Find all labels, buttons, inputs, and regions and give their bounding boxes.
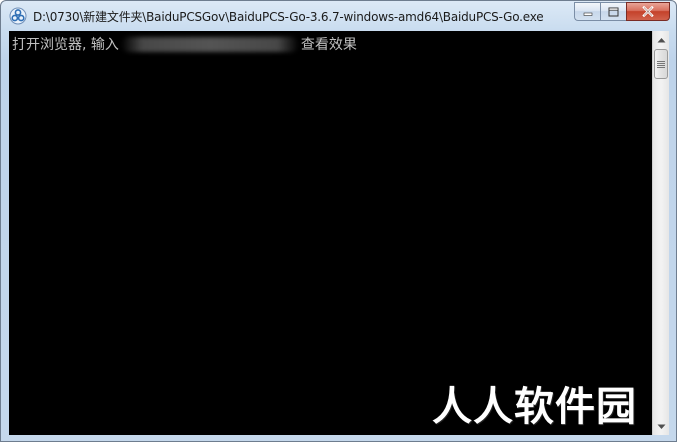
scroll-down-arrow-icon	[657, 424, 665, 429]
console-output[interactable]: 打开浏览器, 输入 查看效果 人人软件园	[9, 31, 652, 435]
scroll-down-button[interactable]	[653, 418, 669, 435]
vertical-scrollbar[interactable]	[652, 31, 669, 435]
redacted-url	[120, 36, 299, 52]
minimize-icon	[583, 12, 592, 16]
maximize-icon	[608, 7, 619, 16]
console-line-prefix: 打开浏览器, 输入	[12, 37, 119, 53]
maximize-button[interactable]	[600, 2, 626, 21]
window-title: D:\0730\新建文件夹\BaiduPCSGov\BaiduPCS-Go-3.…	[33, 10, 544, 24]
window-frame-right[interactable]	[669, 31, 676, 441]
baidu-pcs-icon[interactable]	[9, 7, 27, 25]
console-line-suffix: 查看效果	[300, 37, 357, 53]
console-window: D:\0730\新建文件夹\BaiduPCSGov\BaiduPCS-Go-3.…	[0, 0, 677, 442]
grip-icon	[657, 60, 665, 68]
scroll-up-button[interactable]	[653, 31, 669, 48]
close-button[interactable]	[626, 2, 670, 21]
watermark: 人人软件园	[432, 384, 637, 430]
window-frame-bottom[interactable]	[1, 435, 676, 441]
caption-buttons	[574, 2, 670, 22]
scroll-thumb[interactable]	[654, 49, 668, 79]
minimize-button[interactable]	[574, 2, 600, 21]
close-icon	[642, 6, 654, 17]
scroll-up-arrow-icon	[657, 37, 665, 42]
title-bar[interactable]: D:\0730\新建文件夹\BaiduPCSGov\BaiduPCS-Go-3.…	[1, 1, 676, 31]
console-line: 打开浏览器, 输入 查看效果	[12, 34, 357, 54]
